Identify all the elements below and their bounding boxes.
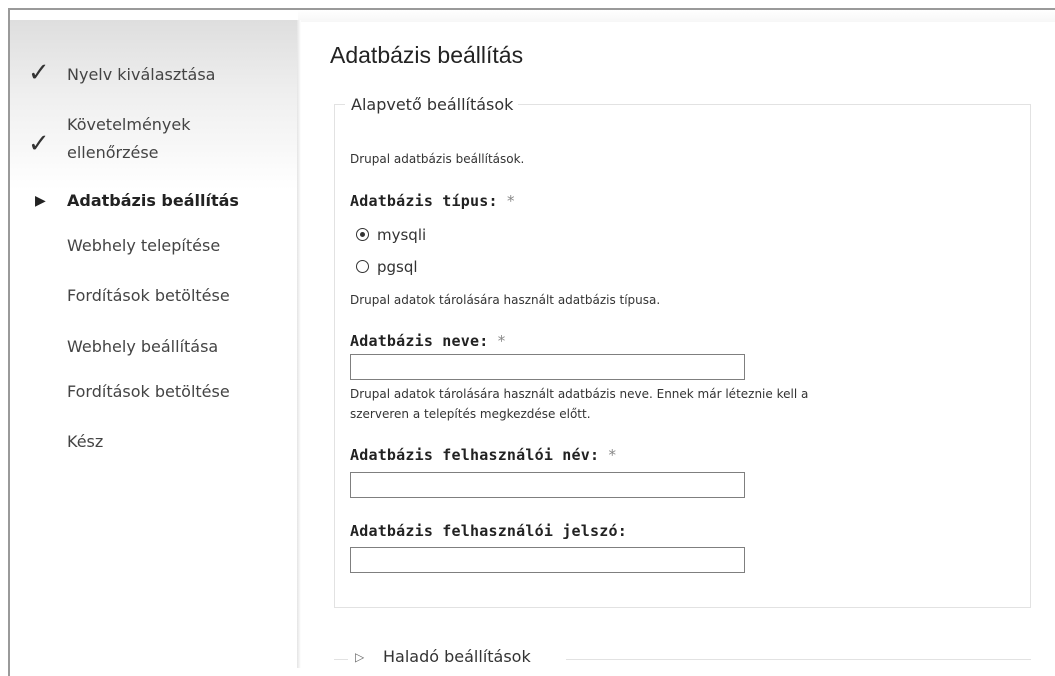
db-name-description-line1: Drupal adatok tárolására használt adatbá…	[350, 387, 809, 401]
task-item-load-translations: Fordítások betöltése	[67, 286, 230, 305]
fieldset-line-right	[566, 659, 1031, 660]
db-name-description-line2: szerveren a telepítés megkezdése előtt.	[350, 407, 591, 421]
required-marker: *	[506, 192, 515, 210]
checkmark-icon: ✓	[28, 58, 50, 88]
fieldset-line-left	[334, 659, 348, 660]
radio-label-mysqli: mysqli	[377, 226, 427, 244]
db-user-input[interactable]	[350, 472, 745, 498]
db-name-label: Adatbázis neve: *	[350, 332, 505, 350]
collapse-triangle-icon[interactable]: ▷	[355, 650, 364, 664]
required-marker: *	[497, 332, 506, 350]
task-item-load-translations-2: Fordítások betöltése	[67, 382, 230, 401]
required-marker: *	[608, 446, 617, 464]
db-type-option-mysqli[interactable]: mysqli	[356, 226, 426, 244]
db-pass-label: Adatbázis felhasználói jelszó:	[350, 522, 627, 540]
current-task-arrow-icon: ▶	[35, 193, 46, 209]
content-top-bar	[298, 10, 1055, 22]
db-name-input[interactable]	[350, 354, 745, 380]
radio-button-checked[interactable]	[356, 228, 369, 241]
basic-settings-description: Drupal adatbázis beállítások.	[350, 152, 525, 166]
task-item-language: Nyelv kiválasztása	[67, 65, 216, 84]
task-item-requirements-line2: ellenőrzése	[67, 143, 159, 162]
db-password-input[interactable]	[350, 547, 745, 573]
task-item-database: Adatbázis beállítás	[67, 191, 239, 210]
basic-settings-legend: Alapvető beállítások	[345, 95, 519, 114]
radio-button[interactable]	[356, 260, 369, 273]
db-name-label-text: Adatbázis neve:	[350, 332, 489, 350]
db-user-label: Adatbázis felhasználói név: *	[350, 446, 616, 464]
advanced-settings-fieldset[interactable]: ▷ Haladó beállítások	[334, 647, 1031, 668]
task-item-requirements-line1: Követelmények	[67, 115, 191, 134]
db-user-label-text: Adatbázis felhasználói név:	[350, 446, 600, 464]
task-item-install-site: Webhely telepítése	[67, 236, 221, 255]
task-item-configure-site: Webhely beállítása	[67, 337, 219, 356]
page-title: Adatbázis beállítás	[330, 42, 524, 68]
db-type-label: Adatbázis típus: *	[350, 192, 515, 210]
task-item-done: Kész	[67, 432, 104, 451]
db-type-description: Drupal adatok tárolására használt adatbá…	[350, 293, 661, 307]
checkmark-icon: ✓	[28, 129, 50, 159]
db-type-option-pgsql[interactable]: pgsql	[356, 258, 418, 276]
advanced-settings-legend[interactable]: Haladó beállítások	[383, 647, 531, 666]
db-type-label-text: Adatbázis típus:	[350, 192, 498, 210]
radio-label-pgsql: pgsql	[377, 258, 418, 276]
